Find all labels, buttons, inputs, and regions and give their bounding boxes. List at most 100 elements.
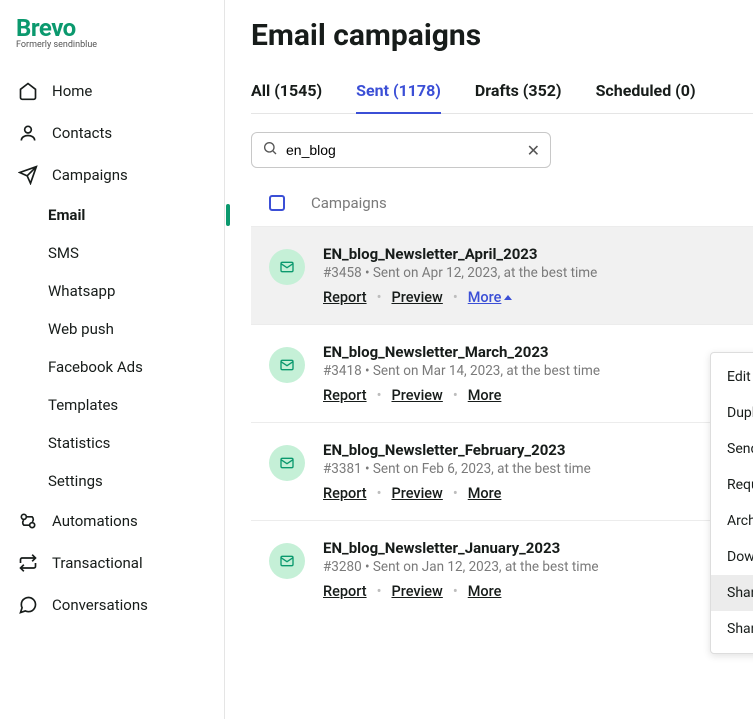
- row-actions: Report• Preview• More: [323, 583, 735, 600]
- sidebar-item-label: Facebook Ads: [48, 358, 143, 376]
- column-campaigns: Campaigns: [311, 194, 387, 212]
- chat-icon: [18, 595, 38, 615]
- report-link[interactable]: Report: [323, 289, 367, 306]
- mail-icon: [269, 543, 305, 579]
- table-row[interactable]: EN_blog_Newsletter_February_2023 #3381 •…: [251, 422, 753, 520]
- mail-icon: [269, 249, 305, 285]
- sidebar-item-label: Settings: [48, 472, 103, 490]
- sidebar-item-label: Campaigns: [52, 166, 128, 184]
- nav: Home Contacts Campaigns Email SMS Whatsa…: [0, 70, 224, 626]
- sidebar-item-label: Conversations: [52, 596, 148, 614]
- tab-scheduled[interactable]: Scheduled (0): [596, 73, 696, 113]
- more-dropdown: Edit Duplicate Send a test Requeue Archi…: [710, 352, 753, 654]
- row-actions: Report• Preview• More: [323, 485, 735, 502]
- table-row[interactable]: EN_blog_Newsletter_March_2023 #3418 • Se…: [251, 324, 753, 422]
- campaign-meta: #3381 • Sent on Feb 6, 2023, at the best…: [323, 461, 663, 477]
- row-body: EN_blog_Newsletter_February_2023 #3381 •…: [323, 441, 735, 502]
- preview-link[interactable]: Preview: [391, 387, 442, 404]
- dd-download-pdf[interactable]: Download PDF: [711, 539, 753, 575]
- dd-requeue[interactable]: Requeue: [711, 467, 753, 503]
- preview-link[interactable]: Preview: [391, 289, 442, 306]
- transactional-icon: [18, 553, 38, 573]
- sidebar-item-contacts[interactable]: Contacts: [0, 112, 218, 154]
- select-all-checkbox[interactable]: [269, 195, 285, 211]
- sidebar-item-label: Automations: [52, 512, 138, 530]
- main: Email campaigns All (1545) Sent (1178) D…: [225, 0, 753, 719]
- mail-icon: [269, 445, 305, 481]
- table-header-row: Campaigns: [251, 186, 753, 226]
- sidebar-item-templates[interactable]: Templates: [48, 386, 224, 424]
- sidebar-item-label: Contacts: [52, 124, 112, 142]
- sidebar-item-transactional[interactable]: Transactional: [0, 542, 218, 584]
- sidebar-item-label: Transactional: [52, 554, 143, 572]
- campaign-title: EN_blog_Newsletter_April_2023: [323, 245, 663, 263]
- campaign-list: EN_blog_Newsletter_April_2023 #3458 • Se…: [251, 226, 753, 618]
- automation-icon: [18, 511, 38, 531]
- dd-share-social[interactable]: Share on Social Media: [711, 575, 753, 611]
- home-icon: [18, 81, 38, 101]
- sidebar-item-campaigns[interactable]: Campaigns: [0, 154, 218, 196]
- clear-icon[interactable]: ✕: [527, 141, 540, 160]
- search-icon: [262, 140, 278, 160]
- campaign-title: EN_blog_Newsletter_March_2023: [323, 343, 663, 361]
- sidebar-item-label: Templates: [48, 396, 118, 414]
- tab-all[interactable]: All (1545): [251, 73, 322, 113]
- tab-sent[interactable]: Sent (1178): [356, 73, 441, 114]
- dd-send-test[interactable]: Send a test: [711, 431, 753, 467]
- sidebar: Brevo Formerly sendinblue Home Contacts …: [0, 0, 225, 719]
- report-link[interactable]: Report: [323, 387, 367, 404]
- preview-link[interactable]: Preview: [391, 485, 442, 502]
- sidebar-item-facebook[interactable]: Facebook Ads: [48, 348, 224, 386]
- search-input[interactable]: [286, 142, 519, 158]
- campaign-meta: #3418 • Sent on Mar 14, 2023, at the bes…: [323, 363, 663, 379]
- send-icon: [18, 165, 38, 185]
- more-link[interactable]: More: [468, 485, 502, 502]
- tabs: All (1545) Sent (1178) Drafts (352) Sche…: [251, 73, 753, 114]
- campaign-title: EN_blog_Newsletter_January_2023: [323, 539, 663, 557]
- row-actions: Report• Preview• More: [323, 387, 735, 404]
- preview-link[interactable]: Preview: [391, 583, 442, 600]
- sidebar-item-settings[interactable]: Settings: [48, 462, 224, 500]
- user-icon: [18, 123, 38, 143]
- sidebar-item-home[interactable]: Home: [0, 70, 218, 112]
- logo[interactable]: Brevo Formerly sendinblue: [0, 10, 224, 52]
- row-body: EN_blog_Newsletter_March_2023 #3418 • Se…: [323, 343, 735, 404]
- table-row[interactable]: EN_blog_Newsletter_April_2023 #3458 • Se…: [251, 226, 753, 324]
- caret-up-icon: [504, 295, 512, 300]
- tab-drafts[interactable]: Drafts (352): [475, 73, 562, 113]
- sidebar-item-label: Statistics: [48, 434, 110, 452]
- campaign-meta: #3280 • Sent on Jan 12, 2023, at the bes…: [323, 559, 663, 575]
- dd-edit[interactable]: Edit: [711, 359, 753, 395]
- dd-duplicate[interactable]: Duplicate: [711, 395, 753, 431]
- row-body: EN_blog_Newsletter_January_2023 #3280 • …: [323, 539, 735, 600]
- sidebar-item-webpush[interactable]: Web push: [48, 310, 224, 348]
- sidebar-item-sms[interactable]: SMS: [48, 234, 224, 272]
- brand-tagline: Formerly sendinblue: [16, 40, 208, 50]
- sidebar-item-email[interactable]: Email: [48, 196, 224, 234]
- sidebar-item-statistics[interactable]: Statistics: [48, 424, 224, 462]
- row-actions: Report• Preview• More: [323, 289, 735, 306]
- campaign-meta: #3458 • Sent on Apr 12, 2023, at the bes…: [323, 265, 663, 281]
- search-box[interactable]: ✕: [251, 132, 551, 168]
- dd-archive[interactable]: Archive: [711, 503, 753, 539]
- page-title: Email campaigns: [251, 18, 753, 53]
- more-link[interactable]: More: [468, 387, 502, 404]
- more-link[interactable]: More: [468, 289, 513, 306]
- sidebar-item-automations[interactable]: Automations: [0, 500, 218, 542]
- table-row[interactable]: EN_blog_Newsletter_January_2023 #3280 • …: [251, 520, 753, 618]
- more-link[interactable]: More: [468, 583, 502, 600]
- report-link[interactable]: Report: [323, 485, 367, 502]
- sidebar-item-label: Whatsapp: [48, 282, 115, 300]
- sidebar-item-label: SMS: [48, 244, 79, 262]
- sidebar-item-label: Web push: [48, 320, 114, 338]
- sidebar-item-whatsapp[interactable]: Whatsapp: [48, 272, 224, 310]
- sidebar-item-conversations[interactable]: Conversations: [0, 584, 218, 626]
- campaigns-submenu: Email SMS Whatsapp Web push Facebook Ads…: [0, 196, 224, 500]
- report-link[interactable]: Report: [323, 583, 367, 600]
- sidebar-item-label: Email: [48, 206, 85, 224]
- sidebar-item-label: Home: [52, 82, 92, 100]
- dd-share-template[interactable]: Share the template: [711, 611, 753, 647]
- brand-name: Brevo: [16, 14, 208, 42]
- mail-icon: [269, 347, 305, 383]
- campaign-title: EN_blog_Newsletter_February_2023: [323, 441, 663, 459]
